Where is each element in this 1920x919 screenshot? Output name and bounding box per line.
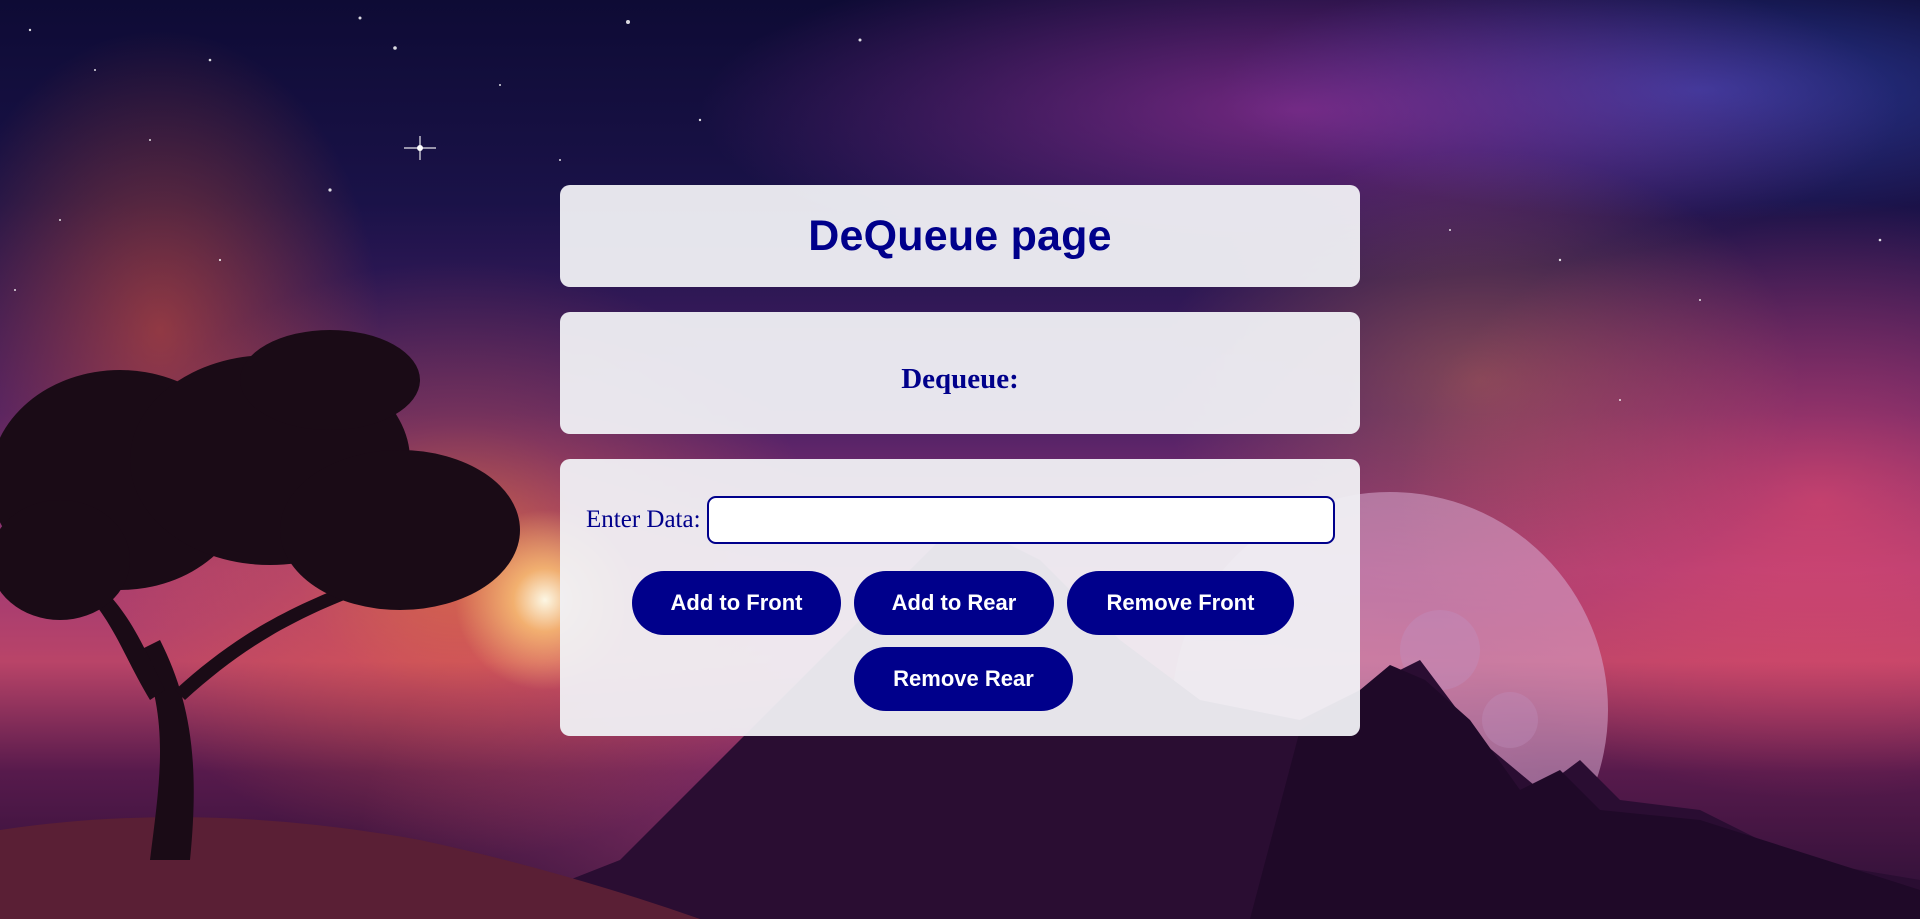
add-to-front-button[interactable]: Add to Front — [632, 571, 841, 635]
remove-front-button[interactable]: Remove Front — [1067, 571, 1294, 635]
grass-field — [0, 817, 700, 919]
dequeue-display-panel: Dequeue: — [560, 312, 1360, 434]
enter-data-label: Enter Data: — [586, 506, 701, 533]
add-to-rear-button[interactable]: Add to Rear — [854, 571, 1054, 635]
data-input-row: Enter Data: — [586, 496, 1335, 544]
dequeue-label: Dequeue: — [901, 362, 1019, 395]
page-title: DeQueue page — [808, 211, 1112, 260]
remove-rear-button[interactable]: Remove Rear — [854, 647, 1073, 711]
header-panel: DeQueue page — [560, 185, 1360, 287]
bright-star — [404, 136, 436, 160]
data-input[interactable] — [706, 496, 1335, 544]
tree-silhouette — [0, 330, 520, 860]
controls-panel: Enter Data: Add to Front Add to Rear Rem… — [560, 459, 1360, 736]
